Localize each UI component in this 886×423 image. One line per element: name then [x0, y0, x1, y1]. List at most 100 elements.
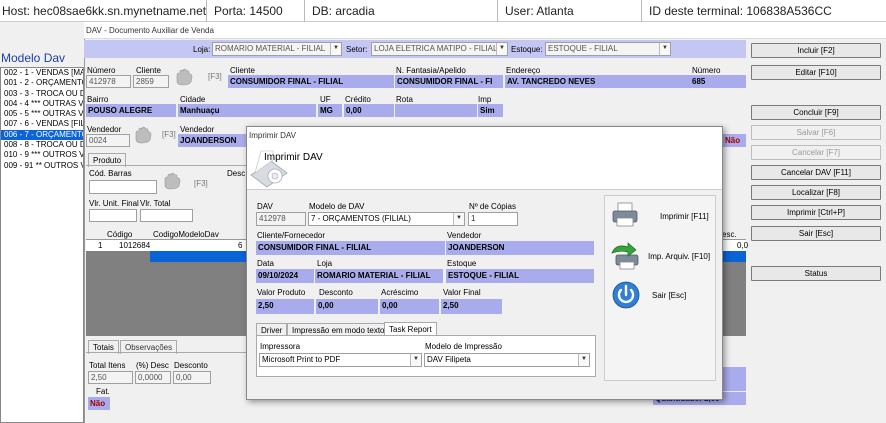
modelo-dav-list-item[interactable]: 002 - 1 - VENDAS [MA: [1, 68, 83, 78]
imprimir-button[interactable]: Imprimir [F11]: [606, 199, 714, 233]
porta-label: Porta: 14500: [214, 4, 283, 18]
modal-desconto-label: Desconto: [319, 288, 353, 297]
chevron-down-icon: ▼: [578, 354, 589, 366]
impressora-select-value: Microsoft Print to PDF: [262, 355, 341, 364]
copias-input[interactable]: 1: [468, 212, 518, 226]
modal-vendedor-field: JOANDERSON: [446, 241, 594, 255]
desconto-label: Desconto: [174, 361, 208, 370]
modelo-dav-list-item[interactable]: 008 - 8 - TROCA OU D: [1, 140, 83, 150]
modal-vendedor-label: Vendedor: [447, 231, 482, 240]
valor-final-field: 2,50: [441, 299, 502, 314]
rota-field: [395, 104, 477, 117]
total-itens-label: Total Itens: [89, 361, 126, 370]
impressora-select[interactable]: Microsoft Print to PDF ▼: [259, 353, 422, 367]
vendedor-name-field: JOANDERSON: [178, 134, 246, 147]
cod-barras-label: Cód. Barras: [89, 169, 132, 178]
modelo-dav-list-item[interactable]: 009 - 91 ** OUTROS VI: [1, 161, 83, 171]
user-label: User: Atlanta: [505, 4, 574, 18]
vendedor-code-field[interactable]: 0024: [86, 134, 130, 147]
modelo-dav-list[interactable]: 002 - 1 - VENDAS [MA 001 - 2 - ORÇAMENTO 0…: [0, 67, 84, 423]
cod-barras-input[interactable]: [89, 180, 157, 194]
modelo-impressao-select[interactable]: DAV Filipeta ▼: [424, 353, 590, 367]
grid-header-esc: esc.: [722, 230, 737, 239]
incluir-button[interactable]: Incluir [F2]: [751, 43, 881, 58]
modal-estoque-field: ESTOQUE - FILIAL: [446, 269, 594, 283]
modelo-dav-list-item[interactable]: 003 - 3 - TROCA OU D: [1, 89, 83, 99]
vlr-total-input[interactable]: [140, 209, 193, 222]
modelo-dav-select[interactable]: 7 - ORÇAMENTOS (FILIAL) ▼: [308, 212, 465, 226]
vlr-unit-input[interactable]: [89, 209, 137, 222]
cancelar-dav-button[interactable]: Cancelar DAV [F11]: [751, 165, 881, 180]
endereco-field: AV. TANCREDO NEVES: [505, 75, 690, 88]
loja-select-value: ROMARIO MATERIAL - FILIAL: [215, 44, 326, 53]
dialog-window-title: Imprimir DAV: [249, 131, 296, 140]
total-itens-field: 2,50: [88, 371, 133, 384]
vlr-unit-label: Vlr. Unit. Final: [89, 199, 139, 208]
cliente-code-field[interactable]: 2859: [133, 75, 169, 88]
dav-window-titlebar: DAV - Documento Auxiliar de Venda: [84, 22, 886, 39]
desc-pct-label: (%) Desc: [136, 361, 169, 370]
modelo-dav-list-item[interactable]: 005 - 5 *** OUTRAS VE: [1, 109, 83, 119]
modelo-impressao-label: Modelo de Impressão: [425, 342, 502, 351]
imp-arquiv-button[interactable]: Imp. Arquiv. [F10]: [606, 239, 714, 273]
imp-label: Imp: [478, 95, 492, 104]
modelo-dav-list-item[interactable]: 004 - 4 *** OUTRAS VE: [1, 99, 83, 109]
power-icon: [612, 281, 640, 309]
modal-estoque-label: Estoque: [447, 259, 477, 268]
chevron-down-icon: ▼: [453, 213, 464, 225]
fantasia-field: CONSUMIDOR FINAL - FI: [395, 75, 503, 88]
modal-sair-button[interactable]: Sair [Esc]: [606, 279, 714, 313]
chevron-down-icon: ▼: [659, 43, 670, 55]
hand-search-icon[interactable]: [173, 68, 195, 86]
numero2-label: Número: [692, 66, 721, 75]
modelo-dav-list-item[interactable]: 006 - 7 - ORÇAMENTO: [1, 129, 83, 141]
numero-field[interactable]: 412978: [86, 75, 131, 88]
cliente-name-field: CONSUMIDOR FINAL - FILIAL: [228, 75, 394, 88]
imprimir-ctrl-p-button[interactable]: Imprimir [Ctrl+P]: [751, 205, 881, 220]
localizar-button[interactable]: Localizar [F8]: [751, 185, 881, 200]
fantasia-label: N. Fantasia/Apelido: [396, 66, 466, 75]
f3-hint: [F3]: [162, 130, 176, 139]
cidade-field: Manhuaçu: [178, 104, 316, 117]
hand-search-icon[interactable]: [132, 126, 154, 144]
numero2-field: 685: [690, 75, 746, 88]
desconto-field[interactable]: 0,00: [173, 371, 211, 384]
salvar-button[interactable]: Salvar [F6]: [751, 125, 881, 140]
fat-field: Não: [88, 397, 110, 410]
setor-select[interactable]: LOJA ELETRICA MATIPO - FILIAL ▼: [371, 42, 508, 56]
vendedor-name-label: Vendedor: [180, 125, 215, 134]
copias-label: Nº de Cópias: [469, 202, 516, 211]
estoque-select[interactable]: ESTOQUE - FILIAL ▼: [545, 42, 671, 56]
hand-search-icon[interactable]: [161, 172, 183, 190]
modelo-dav-select-value: 7 - ORÇAMENTOS (FILIAL): [311, 214, 411, 223]
printer-icon: [612, 202, 638, 227]
grid-row-esc: 0,0: [737, 241, 749, 250]
cancelar-button[interactable]: Cancelar [F7]: [751, 145, 881, 160]
grid-selected-cell: [150, 251, 246, 262]
tab-task-report[interactable]: Task Report: [384, 322, 437, 336]
uf-field: MG: [318, 104, 342, 117]
chevron-down-icon: ▼: [330, 43, 341, 55]
modelo-dav-list-item[interactable]: 010 - 9 *** OUTROS VE: [1, 150, 83, 160]
f3-hint: [F3]: [208, 72, 222, 81]
modelo-dav-list-item[interactable]: 001 - 2 - ORÇAMENTO: [1, 78, 83, 88]
terminal-id-label: ID deste terminal: 106838A536CC: [649, 4, 832, 18]
imp-field: Sim: [478, 104, 503, 117]
status-button[interactable]: Status: [751, 266, 881, 281]
dav-window-title: DAV - Documento Auxiliar de Venda: [86, 26, 214, 35]
desc-pct-field[interactable]: 0,0000: [135, 371, 171, 384]
vendedor-label: Vendedor: [87, 125, 122, 134]
data-field: 09/10/2024: [256, 269, 314, 283]
credito-field: 0,00: [344, 104, 394, 117]
editar-button[interactable]: Editar [F10]: [751, 65, 881, 80]
concluir-button[interactable]: Concluir [F9]: [751, 105, 881, 120]
uf-label: UF: [320, 95, 331, 104]
cidade-label: Cidade: [180, 95, 206, 104]
loja-select[interactable]: ROMARIO MATERIAL - FILIAL ▼: [212, 42, 342, 56]
modelo-dav-list-item[interactable]: 007 - 6 - VENDAS [FIL: [1, 119, 83, 129]
setor-select-value: LOJA ELETRICA MATIPO - FILIAL: [374, 44, 498, 53]
imprimir-button-label: Imprimir [F11]: [660, 212, 709, 221]
endereco-label: Endereço: [506, 66, 541, 75]
sair-button[interactable]: Sair [Esc]: [751, 226, 881, 241]
modelo-impressao-select-value: DAV Filipeta: [427, 355, 471, 364]
